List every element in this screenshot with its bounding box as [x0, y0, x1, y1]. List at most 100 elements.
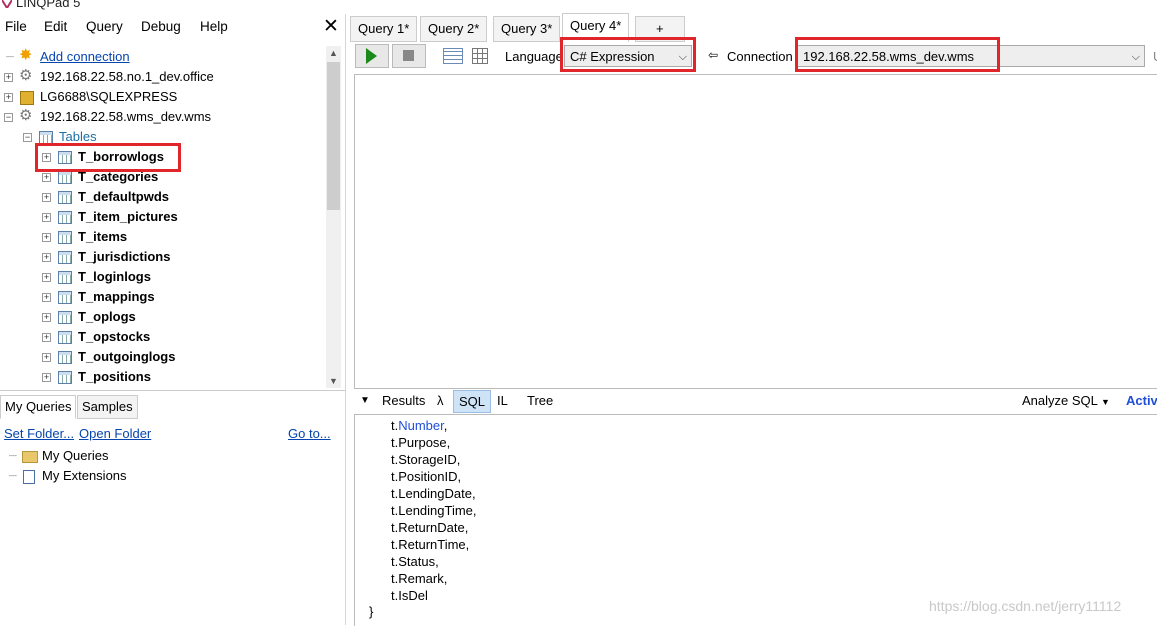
menu-help[interactable]: Help [200, 19, 228, 34]
table-name: T_loginlogs [78, 269, 151, 284]
add-connection-row[interactable]: ┈ ✸ Add connection [0, 47, 320, 67]
panel-splitter[interactable] [345, 14, 346, 625]
table-icon [58, 311, 72, 324]
connection-item[interactable]: − ⚙ 192.168.22.58.wms_dev.wms [0, 107, 320, 127]
query-toolbar: Language C# Expression ⌵ ⇦ Connection 19… [350, 42, 1157, 72]
tab-sql[interactable]: SQL [453, 390, 492, 413]
truncated-label: U [1153, 49, 1157, 64]
table-name: T_item_pictures [78, 209, 178, 224]
expand-icon[interactable]: + [42, 293, 51, 302]
table-name: T_positions [78, 369, 151, 384]
code-line: t.PositionID, [391, 469, 462, 484]
table-node[interactable]: + T_oplogs [0, 307, 320, 327]
expand-icon[interactable]: + [42, 333, 51, 342]
expand-icon[interactable]: + [42, 253, 51, 262]
table-name: T_oplogs [78, 309, 136, 324]
my-queries-item[interactable]: ┈ My Queries [0, 446, 300, 466]
rich-text-results-icon[interactable] [443, 48, 463, 64]
my-extensions-item[interactable]: ┈ My Extensions [0, 466, 300, 486]
table-name: T_mappings [78, 289, 155, 304]
menu-bar: File Edit Query Debug Help ✕ [0, 14, 346, 40]
expand-icon[interactable]: + [4, 93, 13, 102]
menu-edit[interactable]: Edit [44, 19, 67, 34]
connection-item[interactable]: + ⚙ 192.168.22.58.no.1_dev.office [0, 67, 320, 87]
expand-icon[interactable]: + [42, 193, 51, 202]
collapse-icon[interactable]: − [23, 133, 32, 142]
highlight-box [35, 143, 181, 172]
code-line: t.LendingDate, [391, 486, 476, 501]
set-folder-link[interactable]: Set Folder... [4, 426, 74, 441]
tab-query-1[interactable]: Query 1* [350, 16, 418, 42]
play-icon [366, 48, 377, 64]
table-node[interactable]: + T_item_pictures [0, 207, 320, 227]
table-node[interactable]: + T_opstocks [0, 327, 320, 347]
tab-lambda[interactable]: λ [437, 393, 444, 408]
tab-samples[interactable]: Samples [77, 395, 138, 419]
table-icon [58, 271, 72, 284]
connection-label: Connection [727, 49, 793, 64]
language-label: Language [505, 49, 563, 64]
connection-label: 192.168.22.58.wms_dev.wms [40, 109, 212, 124]
tab-il[interactable]: IL [497, 393, 508, 408]
results-pane: t.Number, t.Purpose, t.StorageID, t.Positio… [354, 414, 1157, 626]
table-node[interactable]: + T_defaultpwds [0, 187, 320, 207]
close-panel-icon[interactable]: ✕ [323, 15, 339, 38]
run-button[interactable] [355, 44, 389, 68]
code-line: t.Purpose, [391, 435, 451, 450]
expand-icon[interactable]: + [42, 273, 51, 282]
scrollbar-thumb[interactable] [327, 62, 340, 210]
scroll-up-icon[interactable]: ▲ [326, 46, 341, 60]
stop-button[interactable] [392, 44, 426, 68]
scroll-down-icon[interactable]: ▼ [326, 374, 341, 388]
expand-icon[interactable]: + [42, 213, 51, 222]
query-tabs: Query 1* Query 2* Query 3* Query 4* + [350, 13, 1157, 42]
code-line: t.Number, [391, 418, 448, 433]
data-grid-results-icon[interactable] [472, 48, 488, 64]
table-node[interactable]: + T_loginlogs [0, 267, 320, 287]
tab-tree[interactable]: Tree [527, 393, 553, 408]
tab-my-queries[interactable]: My Queries [0, 395, 77, 419]
menu-query[interactable]: Query [86, 19, 123, 34]
connection-item[interactable]: + LG6688\SQLEXPRESS [0, 87, 320, 107]
table-node[interactable]: + T_items [0, 227, 320, 247]
expand-icon[interactable]: + [42, 313, 51, 322]
collapse-icon[interactable]: − [4, 113, 13, 122]
table-node[interactable]: + T_positions [0, 367, 320, 387]
table-icon [58, 191, 72, 204]
add-connection-link[interactable]: Add connection [40, 47, 130, 67]
table-node[interactable]: + T_jurisdictions [0, 247, 320, 267]
open-folder-link[interactable]: Open Folder [79, 426, 151, 441]
code-line: t.ReturnDate, [391, 520, 469, 535]
table-node[interactable]: + T_outgoinglogs [0, 347, 320, 367]
tab-results[interactable]: Results [382, 393, 425, 408]
chevron-down-icon: ▼ [1101, 397, 1110, 407]
code-line: t.LendingTime, [391, 503, 477, 518]
expand-icon[interactable]: + [42, 233, 51, 242]
folder-links: Set Folder... Open Folder Go to... [0, 424, 346, 444]
code-line: t.IsDel [391, 588, 428, 603]
table-icon [58, 371, 72, 384]
menu-debug[interactable]: Debug [141, 19, 181, 34]
expand-icon[interactable]: + [42, 373, 51, 382]
expand-icon[interactable]: + [4, 73, 13, 82]
table-icon [58, 351, 72, 364]
chevron-down-icon: ⌵ [1131, 51, 1140, 63]
window-title: LINQPad 5 [16, 0, 81, 10]
connection-tree: ┈ ✸ Add connection + ⚙ 192.168.22.58.no.… [0, 44, 325, 388]
query-editor[interactable] [354, 74, 1157, 389]
go-to-link[interactable]: Go to... [288, 426, 331, 441]
analyze-sql-button[interactable]: Analyze SQL ▼ [1022, 393, 1110, 408]
tree-scrollbar[interactable]: ▲ ▼ [326, 46, 341, 388]
collapse-results-icon[interactable]: ▼ [360, 395, 370, 406]
code-line: t.StorageID, [391, 452, 461, 467]
code-line: t.ReturnTime, [391, 537, 470, 552]
expand-icon[interactable]: + [42, 173, 51, 182]
expand-icon[interactable]: + [42, 353, 51, 362]
menu-file[interactable]: File [5, 19, 27, 34]
active-link[interactable]: Activ [1126, 393, 1157, 408]
database-icon [20, 91, 34, 105]
tab-query-3[interactable]: Query 3* [493, 16, 561, 42]
highlight-box [560, 37, 696, 72]
tab-query-2[interactable]: Query 2* [420, 16, 488, 42]
table-node[interactable]: + T_mappings [0, 287, 320, 307]
